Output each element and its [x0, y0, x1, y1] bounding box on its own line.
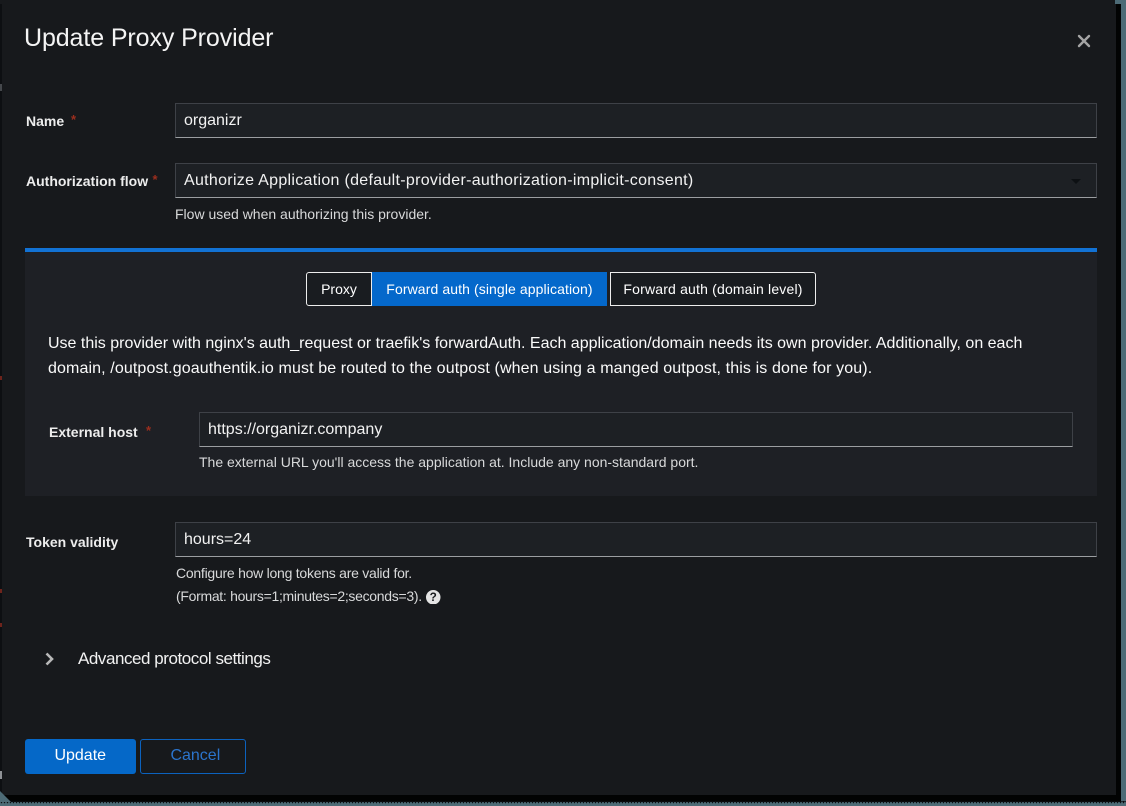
svg-text:?: ?: [430, 591, 437, 604]
